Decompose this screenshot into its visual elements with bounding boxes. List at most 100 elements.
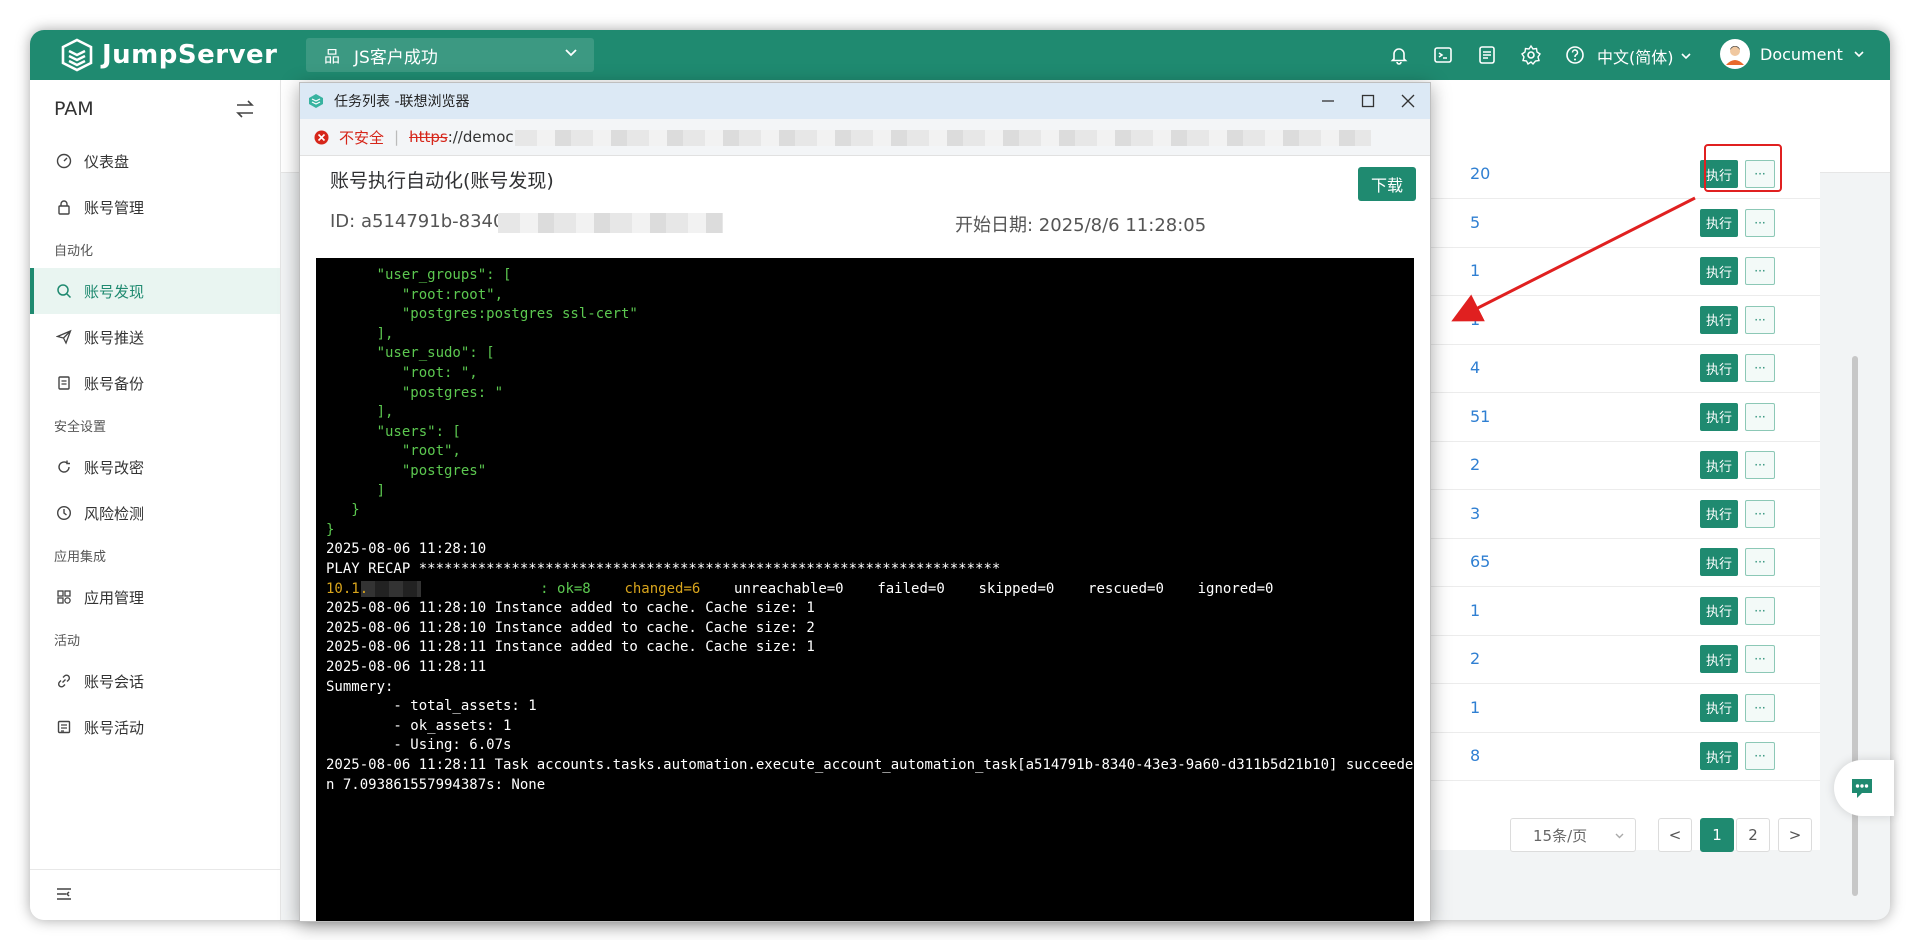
language-selector[interactable]: 中文(简体) <box>1597 44 1692 68</box>
minimize-icon[interactable] <box>1318 91 1338 111</box>
discovered-count-link[interactable]: 20 <box>1470 164 1490 183</box>
discovered-count-link[interactable]: 1 <box>1470 698 1480 717</box>
collapse-menu-icon[interactable] <box>54 884 74 904</box>
more-actions-button[interactable]: ··· <box>1745 499 1775 528</box>
task-list-popup-window: 任务列表 -联想浏览器 不安全 | https://democ 账号执行自动化(… <box>299 82 1431 922</box>
page-2-button[interactable]: 2 <box>1736 818 1770 852</box>
settings-gear-icon[interactable] <box>1520 44 1542 66</box>
org-tree-icon: 品 <box>324 47 341 66</box>
more-actions-button[interactable]: ··· <box>1745 548 1775 576</box>
more-actions-button[interactable]: ··· <box>1745 742 1775 770</box>
key-change-icon <box>56 459 72 475</box>
execute-button[interactable]: 执行 <box>1700 402 1738 431</box>
sidebar-item-account-activity[interactable]: 账号活动 <box>30 704 280 750</box>
send-icon <box>56 329 72 345</box>
execute-button[interactable]: 执行 <box>1700 693 1738 722</box>
table-row: 1 执行 ··· <box>1400 296 1820 345</box>
sidebar-item-account-discovery[interactable]: 账号发现 <box>30 268 280 314</box>
avatar <box>1720 39 1750 69</box>
log-line: "root", <box>326 443 461 460</box>
sidebar-item-label: 账号改密 <box>84 458 145 477</box>
apps-icon <box>56 589 72 605</box>
bell-icon[interactable] <box>1388 44 1410 66</box>
sidebar-group-activity: 活动 <box>54 633 81 649</box>
log-line: - Using: 6.07s <box>326 737 512 754</box>
sidebar-item-dashboard[interactable]: 仪表盘 <box>30 138 280 184</box>
more-actions-button[interactable]: ··· <box>1745 402 1775 431</box>
discovered-count-link[interactable]: 2 <box>1470 455 1480 474</box>
sidebar-nav: 仪表盘 账号管理 自动化 账号发现 账号推送 账号备份 安全设置 账号改密 风险… <box>30 138 280 750</box>
more-actions-button[interactable]: ··· <box>1745 693 1775 722</box>
lock-icon <box>56 199 72 215</box>
discovered-count-link[interactable]: 5 <box>1470 213 1480 232</box>
user-menu[interactable]: Document <box>1720 39 1865 69</box>
log-line: ], <box>326 325 394 342</box>
sidebar-item-account-management[interactable]: 账号管理 <box>30 184 280 230</box>
more-actions-button[interactable]: ··· <box>1745 354 1775 382</box>
sidebar-footer <box>30 869 280 920</box>
execute-button[interactable]: 执行 <box>1700 548 1738 576</box>
recap-ok: : ok=8 <box>540 580 591 597</box>
close-icon[interactable] <box>1398 91 1418 111</box>
execute-button[interactable]: 执行 <box>1700 742 1738 770</box>
task-start-date: 开始日期: 2025/8/6 11:28:05 <box>955 215 1207 236</box>
backup-icon <box>56 375 72 391</box>
more-actions-button[interactable]: ··· <box>1745 208 1775 237</box>
sidebar-item-change-secret[interactable]: 账号改密 <box>30 444 280 490</box>
help-icon[interactable] <box>1564 44 1586 66</box>
discovered-count-link[interactable]: 1 <box>1470 261 1480 280</box>
task-log-terminal[interactable]: "user_groups": [ "root:root", "postgres:… <box>316 258 1414 921</box>
sidebar-item-account-push[interactable]: 账号推送 <box>30 314 280 360</box>
execute-button[interactable]: 执行 <box>1700 451 1738 479</box>
log-line: "user_groups": [ <box>326 267 512 283</box>
execute-button[interactable]: 执行 <box>1700 257 1738 285</box>
language-label: 中文(简体) <box>1597 48 1674 67</box>
maximize-icon[interactable] <box>1358 91 1378 111</box>
execute-button[interactable]: 执行 <box>1700 305 1738 334</box>
sidebar-item-label: 应用管理 <box>84 588 145 607</box>
discovered-count-link[interactable]: 65 <box>1470 552 1490 571</box>
discovered-count-link[interactable]: 2 <box>1470 649 1480 668</box>
log-line: "user_sudo": [ <box>326 345 495 362</box>
more-actions-button[interactable]: ··· <box>1745 451 1775 479</box>
page-1-button[interactable]: 1 <box>1700 818 1734 852</box>
sidebar-item-label: 风险检测 <box>84 504 145 523</box>
execute-button[interactable]: 执行 <box>1700 208 1738 237</box>
logo[interactable]: JumpServer <box>60 38 277 72</box>
log-line: - total_assets: 1 <box>326 698 537 715</box>
table-row: 4 执行 ··· <box>1400 344 1820 393</box>
execute-button[interactable]: 执行 <box>1700 596 1738 625</box>
prev-page-button[interactable]: < <box>1658 818 1692 852</box>
sidebar-item-account-backup[interactable]: 账号备份 <box>30 360 280 406</box>
discovered-count-link[interactable]: 1 <box>1470 601 1480 620</box>
terminal-icon[interactable] <box>1432 44 1454 66</box>
link-icon <box>56 673 72 689</box>
discovered-count-link[interactable]: 1 <box>1470 310 1480 329</box>
more-actions-button[interactable]: ··· <box>1745 596 1775 625</box>
more-actions-button[interactable]: ··· <box>1745 645 1775 673</box>
jumpserver-logo-icon <box>61 38 93 72</box>
discovered-count-link[interactable]: 4 <box>1470 358 1480 377</box>
sidebar-item-app-management[interactable]: 应用管理 <box>30 574 280 620</box>
swap-view-icon[interactable] <box>234 98 256 120</box>
sidebar-item-account-session[interactable]: 账号会话 <box>30 658 280 704</box>
next-page-button[interactable]: > <box>1778 818 1812 852</box>
redacted-url <box>515 130 1371 146</box>
discovery-task-table: 20 执行 ··· 5 执行 ··· 1 执行 ··· 1 执行 ··· 4 执行 ··· 51 执行 ··· 2 执… <box>1400 150 1820 850</box>
page-size-select[interactable]: 15条/页 <box>1510 818 1636 852</box>
org-selector[interactable]: 品 JS客户成功 <box>306 38 594 72</box>
download-button[interactable]: 下载 <box>1358 167 1416 201</box>
more-actions-button[interactable]: ··· <box>1745 257 1775 285</box>
discovered-count-link[interactable]: 3 <box>1470 504 1480 523</box>
discovered-count-link[interactable]: 8 <box>1470 746 1480 765</box>
execute-button[interactable]: 执行 <box>1700 354 1738 382</box>
chevron-down-icon <box>565 49 577 57</box>
list-doc-icon[interactable] <box>1476 44 1498 66</box>
more-actions-button[interactable]: ··· <box>1745 305 1775 334</box>
chat-assistant-button[interactable] <box>1834 760 1894 816</box>
search-icon <box>56 283 72 299</box>
execute-button[interactable]: 执行 <box>1700 645 1738 673</box>
discovered-count-link[interactable]: 51 <box>1470 407 1490 426</box>
execute-button[interactable]: 执行 <box>1700 499 1738 528</box>
sidebar-item-risk-detection[interactable]: 风险检测 <box>30 490 280 536</box>
